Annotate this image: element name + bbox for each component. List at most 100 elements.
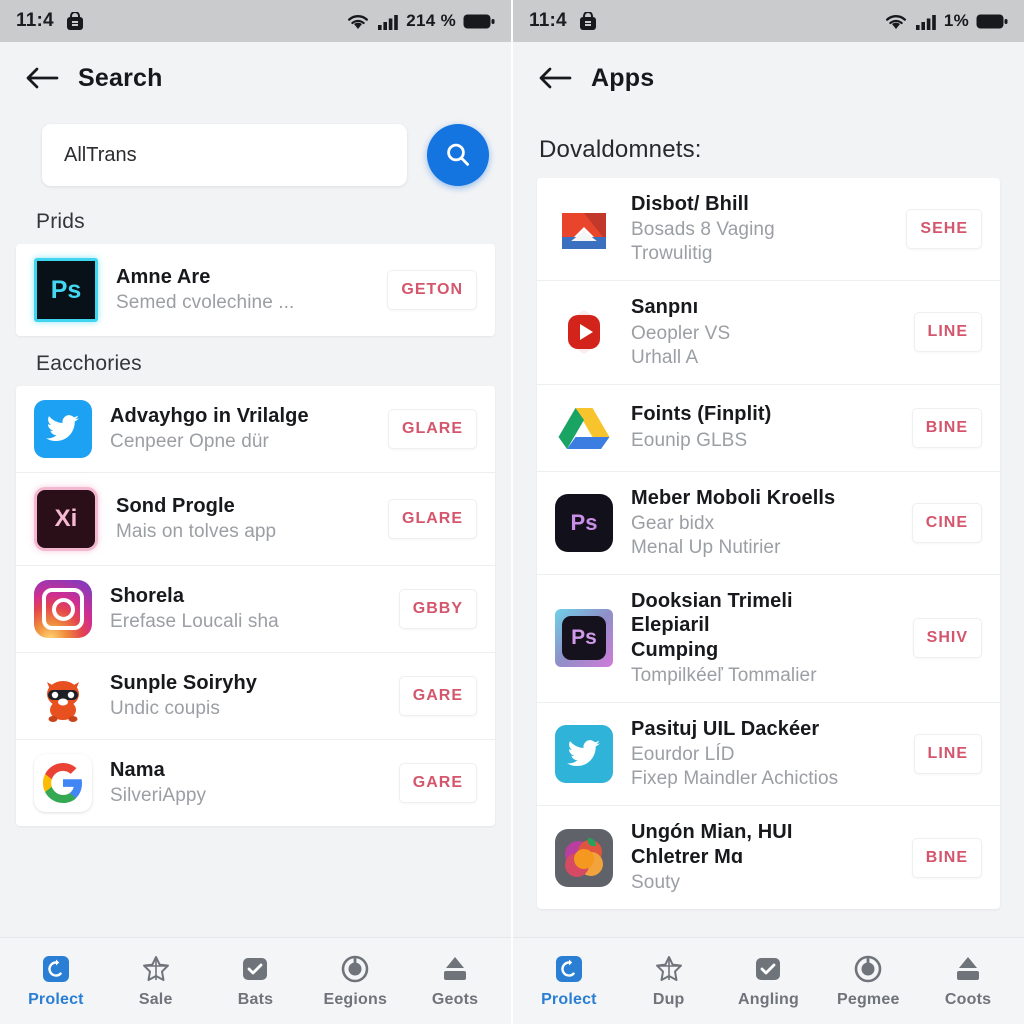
action-button[interactable]: GLARE xyxy=(388,499,477,539)
section-header-eacchories: Eacchories xyxy=(36,352,142,375)
prids-card: Ps Amne Are Semed cvolechine ... GETON xyxy=(16,244,495,336)
nav-item-pegmee[interactable]: Pegmee xyxy=(822,954,914,1009)
list-item[interactable]: Nama SilveriAppy GARE xyxy=(16,739,495,826)
check-square-icon xyxy=(240,954,270,984)
status-indicators: 214 % xyxy=(346,11,495,31)
left-bottom-nav[interactable]: Prolect Sale Bats Eegions Geots xyxy=(0,937,511,1024)
action-button[interactable]: GARE xyxy=(398,763,477,803)
list-item-meta: Foints (Finplit) Eounip GLBS xyxy=(631,402,894,452)
signal-icon xyxy=(377,12,399,31)
action-button[interactable]: GLARE xyxy=(388,409,477,449)
list-item-meta: Sond Progle Mais on tolves app xyxy=(116,494,370,544)
left-screen: 11:4 214 % Search AllTrans Prids Ps Amne… xyxy=(0,0,513,1024)
status-time: 11:4 xyxy=(529,10,567,31)
list-item[interactable]: Disbot/ Bhill Bosads 8 Vaging Trowulitig… xyxy=(537,178,1000,280)
nav-item-dup[interactable]: Dup xyxy=(623,954,715,1009)
photoshop-glyph: Ps xyxy=(562,616,606,661)
app-title: Pasituj UIL Dackéer xyxy=(631,717,820,740)
section-header-downloads: Dovaldomnets: xyxy=(539,136,702,163)
wifi-icon xyxy=(884,12,908,31)
list-item[interactable]: Pasituj UIL Dackéer Eourdor LÍD Fixep Ma… xyxy=(537,701,1000,805)
dual-screenshot-container: 11:4 214 % Search AllTrans Prids Ps Amne… xyxy=(0,0,1024,1024)
left-content[interactable]: Prids Ps Amne Are Semed cvolechine ... G… xyxy=(0,194,511,937)
action-button[interactable]: BINE xyxy=(911,407,982,448)
app-title: Meber Moboli Kroells xyxy=(631,486,836,509)
list-item[interactable]: Ps Dooksian Trimeli Elepiaril Cumping To… xyxy=(537,573,1000,702)
right-app-bar: Apps xyxy=(513,42,1024,114)
left-app-bar: Search xyxy=(0,42,511,114)
photoshop-dark-icon: Ps xyxy=(555,493,613,552)
list-item[interactable]: Ps Meber Moboli Kroells Gear bidx Menal … xyxy=(537,470,1000,574)
list-item-meta: Advayhgo in Vrilalge Cenpeer Opne dür xyxy=(110,404,370,454)
drive-icon xyxy=(555,399,613,457)
action-button[interactable]: SEHE xyxy=(906,209,982,250)
right-bottom-nav[interactable]: Prolect Dup Angling Pegmee Coots xyxy=(513,937,1024,1024)
list-item-meta: Sanpnı Oeopler VS Urhall A xyxy=(631,295,896,369)
wifi-icon xyxy=(346,12,370,31)
left-status-bar: 11:4 214 % xyxy=(0,0,511,42)
action-button[interactable]: BINE xyxy=(911,837,982,878)
nav-item-prolect[interactable]: Prolect xyxy=(10,954,102,1009)
nav-item-sale[interactable]: Sale xyxy=(110,954,202,1009)
app-subtitle: Erefase Loucali sha xyxy=(110,611,279,633)
right-content[interactable]: Disbot/ Bhill Bosads 8 Vaging Trowulitig… xyxy=(513,178,1024,937)
status-time: 11:4 xyxy=(16,10,54,31)
list-item[interactable]: Ungón Mian, HUI Chletrer Mɑ Souty BINE xyxy=(537,805,1000,909)
status-indicators: 1% xyxy=(884,11,1008,31)
battery-icon xyxy=(976,13,1008,30)
nav-item-prolect[interactable]: Prolect xyxy=(523,954,615,1009)
search-row xyxy=(0,114,511,194)
instagram-icon xyxy=(34,580,92,638)
battery-percent: 214 % xyxy=(406,11,456,30)
action-button[interactable]: GETON xyxy=(387,270,477,310)
search-input[interactable] xyxy=(62,142,387,168)
action-button[interactable]: CINE xyxy=(911,502,982,543)
nav-item-angling[interactable]: Angling xyxy=(722,954,814,1009)
google-icon xyxy=(34,754,92,812)
battery-icon xyxy=(463,13,495,30)
back-arrow-icon[interactable] xyxy=(535,58,575,98)
nav-item-geots[interactable]: Geots xyxy=(409,954,501,1009)
app-title: Ungón Mian, HUI Chletrer Mɑ xyxy=(631,821,793,868)
cat-icon xyxy=(34,667,92,725)
nav-label: Coots xyxy=(944,990,992,1008)
list-item-meta: Disbot/ Bhill Bosads 8 Vaging Trowulitig xyxy=(631,192,888,266)
app-title: Shorela xyxy=(110,584,185,607)
app-subtitle: Undic coupis xyxy=(110,698,220,720)
list-item[interactable]: Ps Amne Are Semed cvolechine ... GETON xyxy=(16,244,495,336)
action-button[interactable]: GBBY xyxy=(398,589,477,629)
check-square-icon xyxy=(753,954,783,984)
nav-item-bats[interactable]: Bats xyxy=(209,954,301,1009)
list-item[interactable]: Foints (Finplit) Eounip GLBS BINE xyxy=(537,383,1000,471)
app-subtitle: Eounip GLBS xyxy=(631,429,748,451)
action-button[interactable]: LINE xyxy=(913,734,982,775)
list-item[interactable]: Sanpnı Oeopler VS Urhall A LINE xyxy=(537,280,1000,383)
action-button[interactable]: LINE xyxy=(913,312,982,353)
list-item[interactable]: Xi Sond Progle Mais on tolves app GLARE xyxy=(16,472,495,565)
list-item[interactable]: Advayhgo in Vrilalge Cenpeer Opne dür GL… xyxy=(16,386,495,472)
mail-icon xyxy=(555,200,613,258)
search-field[interactable] xyxy=(42,124,407,186)
nav-label: Angling xyxy=(738,990,799,1008)
action-button[interactable]: GARE xyxy=(398,676,477,716)
back-arrow-icon[interactable] xyxy=(22,58,62,98)
app-title: Foints (Finplit) xyxy=(631,403,772,426)
nav-item-coots[interactable]: Coots xyxy=(922,954,1014,1009)
app-subtitle: Mais on tolves app xyxy=(116,521,277,543)
list-item[interactable]: Shorela Erefase Loucali sha GBBY xyxy=(16,565,495,652)
upload-box-icon xyxy=(440,954,470,984)
app-subtitle: Semed cvolechine ... xyxy=(116,292,295,314)
list-item-meta: Meber Moboli Kroells Gear bidx Menal Up … xyxy=(631,486,894,560)
youtube-icon xyxy=(555,303,613,361)
page-title: Apps xyxy=(591,63,655,92)
list-item[interactable]: Sunple Soiryhy Undic coupis GARE xyxy=(16,652,495,739)
nav-label: Prolect xyxy=(28,990,84,1008)
nav-item-eegions[interactable]: Eegions xyxy=(309,954,401,1009)
list-item-meta: Shorela Erefase Loucali sha xyxy=(110,584,381,634)
search-button[interactable] xyxy=(427,124,489,186)
app-subtitle: SilveriAppy xyxy=(110,785,207,807)
list-item-meta: Pasituj UIL Dackéer Eourdor LÍD Fixep Ma… xyxy=(631,717,896,791)
power-circle-icon xyxy=(853,954,883,984)
nav-label: Prolect xyxy=(541,990,597,1008)
action-button[interactable]: SHIV xyxy=(912,618,982,659)
